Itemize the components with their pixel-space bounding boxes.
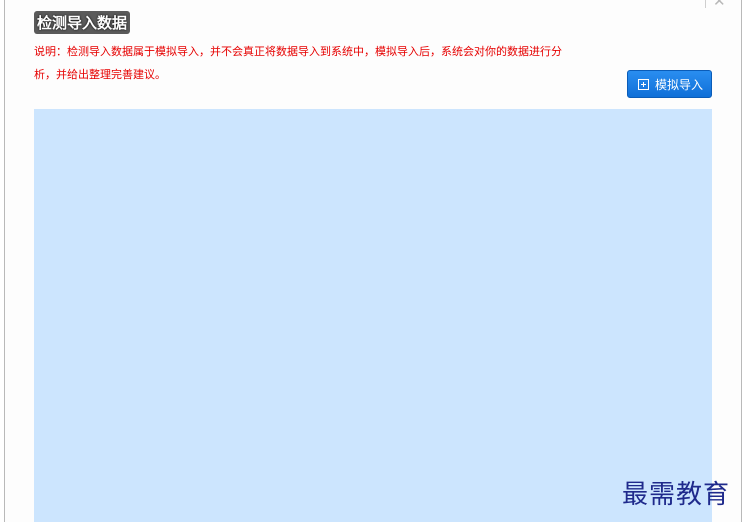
simulate-import-label: 模拟导入 bbox=[655, 77, 704, 92]
close-icon[interactable]: ✕ bbox=[713, 0, 726, 9]
simulate-import-button[interactable]: 模拟导入 bbox=[627, 70, 712, 98]
description-text: 说明：检测导入数据属于模拟导入，并不会真正将数据导入到系统中，模拟导入后，系统会… bbox=[34, 45, 562, 81]
close-button[interactable]: ✕ bbox=[703, 0, 733, 12]
import-dialog: ✕ 检测导入数据 说明：检测导入数据属于模拟导入，并不会真正将数据导入到系统中，… bbox=[4, 0, 742, 522]
add-box-icon bbox=[638, 78, 649, 90]
import-data-area[interactable] bbox=[34, 109, 712, 522]
close-separator bbox=[705, 0, 706, 8]
dialog-title: 检测导入数据 bbox=[34, 11, 131, 34]
watermark-logo: 最需教育 bbox=[622, 480, 731, 510]
